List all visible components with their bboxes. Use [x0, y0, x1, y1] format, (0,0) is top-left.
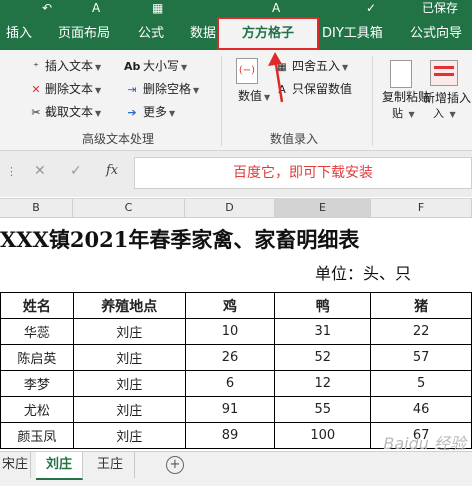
cell[interactable]: 刘庄 — [72, 318, 186, 345]
ribbon-separator — [221, 56, 222, 146]
cell[interactable]: 22 — [370, 318, 472, 345]
cell[interactable]: 刘庄 — [72, 370, 186, 397]
border-icon[interactable]: ▦ — [152, 1, 163, 15]
sheet-tab-bar: 宋庄 刘庄 王庄 + — [0, 451, 472, 486]
value-icon: (−) — [236, 58, 258, 84]
extract-text-button[interactable]: ✂ 截取文本 ▼ — [30, 104, 101, 122]
cell[interactable]: 26 — [184, 344, 276, 371]
cell[interactable]: 6 — [184, 370, 276, 397]
table-header-row: 姓名 养殖地点 鸡 鸭 猪 — [0, 292, 472, 319]
cell[interactable]: 91 — [184, 396, 276, 423]
header-cell[interactable]: 姓名 — [0, 292, 74, 319]
cell[interactable]: 5 — [370, 370, 472, 397]
cell[interactable]: 华蕊 — [0, 318, 74, 345]
cell[interactable]: 颜玉凤 — [0, 422, 74, 449]
namebox-dots-icon[interactable]: ⋮ — [6, 165, 17, 178]
paste-caret-icon[interactable]: 贴 ▼ — [392, 106, 415, 123]
column-header-row: B C D E F — [0, 198, 472, 218]
cell[interactable]: 李梦 — [0, 370, 74, 397]
cell[interactable]: 57 — [370, 344, 472, 371]
insert-text-button[interactable]: ⁺ 插入文本 ▼ — [30, 58, 101, 76]
cell[interactable]: 46 — [370, 396, 472, 423]
column-header-f[interactable]: F — [371, 199, 472, 217]
add-sheet-icon[interactable]: + — [166, 456, 184, 474]
delete-spaces-button[interactable]: ⇥ 删除空格 ▼ — [124, 81, 199, 99]
saved-status: 已保存 — [421, 1, 458, 15]
column-header-d[interactable]: D — [185, 199, 275, 217]
cancel-icon[interactable]: ✕ — [34, 163, 46, 179]
insert-text-icon: ⁺ — [33, 60, 39, 73]
cell[interactable]: 刘庄 — [72, 396, 186, 423]
ribbon-separator — [372, 56, 373, 146]
table-row: 尤松 刘庄 91 55 46 — [0, 396, 472, 423]
cell[interactable]: 31 — [274, 318, 372, 345]
undo-icon[interactable]: ↶ — [42, 1, 52, 15]
more-button[interactable]: ➔ 更多 ▼ — [124, 104, 175, 122]
text-format-icon[interactable]: A — [272, 1, 280, 15]
new-insert-button[interactable]: 新增插入 — [423, 90, 471, 106]
font-color-icon[interactable]: A — [92, 1, 100, 15]
unit-label[interactable]: 单位：头、只 — [315, 262, 411, 286]
cloud-saved-icon: ✓ — [366, 1, 377, 15]
tab-insert[interactable]: 插入 — [6, 18, 32, 50]
formula-text: 百度它，即可下载安装 — [233, 165, 373, 181]
fx-icon[interactable]: fx — [106, 163, 118, 178]
delete-text-icon: ✕ — [31, 83, 41, 96]
text-group-label: 高级文本处理 — [82, 132, 155, 146]
cell[interactable]: 刘庄 — [72, 422, 186, 449]
tab-diy-toolbox[interactable]: DIY工具箱 — [322, 18, 383, 50]
sheet-tab-liuzhuang[interactable]: 刘庄 — [36, 452, 83, 480]
column-header-b[interactable]: B — [0, 199, 73, 217]
column-header-c[interactable]: C — [73, 199, 185, 217]
case-button[interactable]: Ab 大小写 ▼ — [124, 58, 187, 76]
sheet-tab-songzhuang[interactable]: 宋庄 — [0, 452, 31, 478]
insert-rows-icon — [430, 60, 458, 86]
delete-text-button[interactable]: ✕ 删除文本 ▼ — [30, 81, 101, 99]
cell[interactable]: 12 — [274, 370, 372, 397]
header-cell[interactable]: 鸡 — [184, 292, 276, 319]
extract-text-icon: ✂ — [31, 106, 41, 119]
insert-caret-icon[interactable]: 入 ▼ — [433, 106, 456, 123]
number-group-label: 数值录入 — [270, 132, 319, 146]
header-cell[interactable]: 鸭 — [274, 292, 372, 319]
data-table: 姓名 养殖地点 鸡 鸭 猪 华蕊 刘庄 10 31 22 陈启英 刘庄 26 5… — [0, 292, 472, 449]
header-cell[interactable]: 养殖地点 — [72, 292, 186, 319]
cell[interactable]: 100 — [274, 422, 372, 449]
pointer-arrow-icon — [268, 52, 284, 103]
tab-data[interactable]: 数据 — [190, 18, 216, 50]
tab-formulas[interactable]: 公式 — [138, 18, 164, 50]
table-row: 陈启英 刘庄 26 52 57 — [0, 344, 472, 371]
cell[interactable]: 10 — [184, 318, 276, 345]
cell[interactable]: 89 — [184, 422, 276, 449]
cell[interactable]: 刘庄 — [72, 344, 186, 371]
table-row: 华蕊 刘庄 10 31 22 — [0, 318, 472, 345]
confirm-icon[interactable]: ✓ — [70, 163, 82, 179]
arrow-right-icon: ➔ — [127, 106, 137, 119]
title-bar: ↶ A ▦ A ✓ 已保存 — [0, 0, 472, 18]
ribbon-panel: ⁺ 插入文本 ▼ ✕ 删除文本 ▼ ✂ 截取文本 ▼ Ab 大小写 ▼ ⇥ 删除空格 ▼ ➔ 更多 ▼ … — [0, 50, 472, 151]
tab-formula-wizard[interactable]: 公式向导 — [410, 18, 462, 50]
table-row: 李梦 刘庄 6 12 5 — [0, 370, 472, 397]
column-header-e[interactable]: E — [275, 199, 371, 217]
case-icon: Ab — [124, 60, 141, 73]
clipboard-icon — [390, 60, 412, 88]
cell[interactable]: 陈启英 — [0, 344, 74, 371]
delete-spaces-icon: ⇥ — [127, 83, 137, 96]
sheet-tab-wangzhuang[interactable]: 王庄 — [86, 452, 135, 478]
tab-page-layout[interactable]: 页面布局 — [58, 18, 110, 50]
sheet-title[interactable]: XXX镇2021年春季家禽、家畜明细表 — [0, 222, 472, 258]
header-cell[interactable]: 猪 — [370, 292, 472, 319]
cell[interactable]: 尤松 — [0, 396, 74, 423]
cell[interactable]: 55 — [274, 396, 372, 423]
cell[interactable]: 52 — [274, 344, 372, 371]
highlight-box — [217, 17, 319, 50]
